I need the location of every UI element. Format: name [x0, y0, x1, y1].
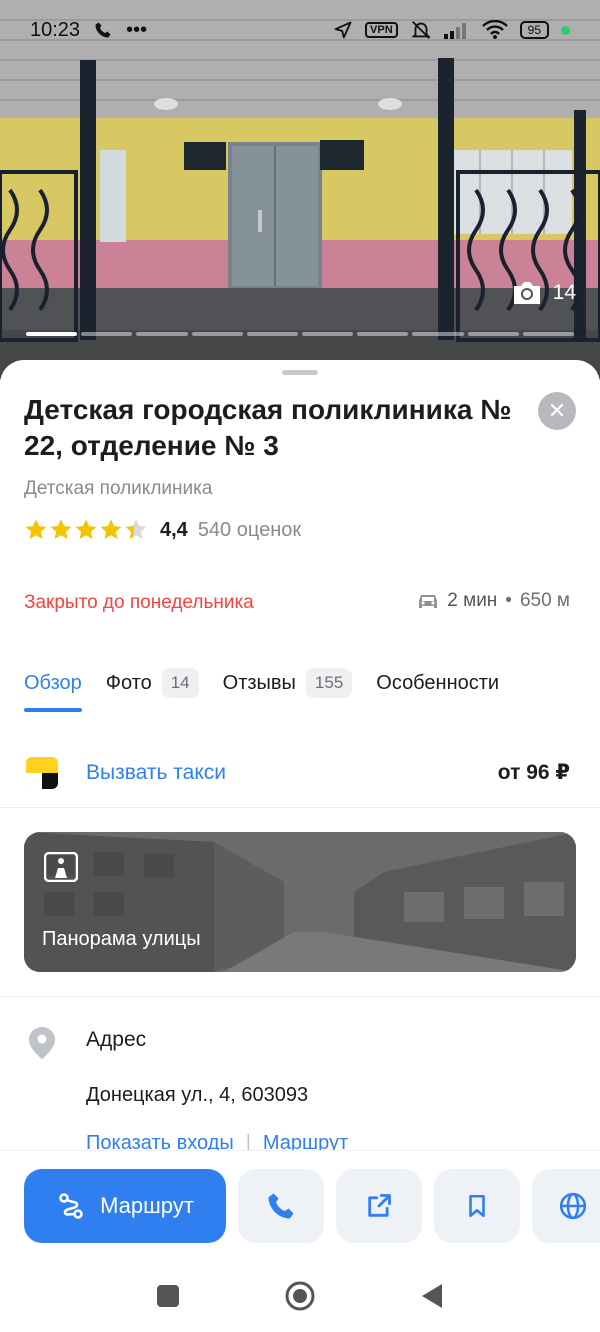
tab-label: Фото — [105, 671, 152, 694]
photo-count-value: 14 — [552, 281, 576, 304]
route-button[interactable]: Маршрут — [24, 1169, 226, 1243]
opening-status[interactable]: Закрыто до понедельника — [24, 592, 254, 614]
tab-label: Обзор — [24, 671, 82, 694]
external-link-icon — [368, 1194, 391, 1217]
rating-count: 540 оценок — [197, 518, 302, 541]
back-icon[interactable] — [420, 1283, 444, 1309]
pager-segment — [246, 332, 299, 336]
panorama-label: Панорама улицы — [42, 928, 201, 950]
hero-photo[interactable]: 10:23 ••• VPN 95 14 — [0, 0, 600, 380]
location-arrow-icon — [334, 21, 352, 39]
tab-label: Особенности — [376, 671, 500, 694]
street-panorama-card[interactable]: Панорама улицы — [24, 832, 576, 972]
vpn-badge: VPN — [365, 22, 398, 38]
globe-icon — [559, 1192, 587, 1220]
status-bar: 10:23 ••• VPN 95 — [0, 0, 600, 60]
route-icon — [59, 1193, 83, 1219]
address-links: Показать входы | Маршрут — [86, 1132, 348, 1150]
car-icon — [419, 595, 438, 608]
rating-value: 4,4 — [160, 518, 188, 541]
sheet-grabber[interactable] — [282, 370, 318, 375]
place-card-sheet: Детская городская поликлиника № 22, отде… — [0, 360, 600, 1332]
system-nav-bar — [0, 1260, 600, 1332]
pager-segment — [302, 332, 354, 336]
address-route-link[interactable]: Маршрут — [263, 1132, 348, 1150]
tab-overview[interactable]: Обзор — [24, 660, 82, 712]
bookmark-button[interactable] — [434, 1169, 520, 1243]
travel-info[interactable]: 2 мин • 650 м — [417, 590, 570, 612]
battery-indicator: 95 — [519, 21, 549, 39]
tab-count-badge: 14 — [161, 668, 199, 698]
bookmark-icon — [469, 1194, 485, 1218]
call-button[interactable] — [238, 1169, 324, 1243]
tab-count-badge: 155 — [305, 668, 353, 698]
tab-reviews[interactable]: Отзывы 155 — [223, 660, 353, 706]
close-icon: ✕ — [547, 398, 567, 423]
photo-pager — [26, 332, 575, 336]
pager-segment — [191, 332, 243, 336]
taxi-logo-icon — [26, 756, 58, 789]
taxi-price: от 96 ₽ — [497, 761, 570, 784]
pager-segment — [26, 332, 78, 336]
taxi-row[interactable]: Вызвать такси от 96 ₽ — [0, 738, 600, 808]
location-pin-icon — [29, 1027, 55, 1059]
star-icon — [125, 519, 147, 539]
tab-photos[interactable]: Фото 14 — [106, 660, 199, 706]
place-category: Детская поликлиника — [24, 478, 213, 499]
recent-apps-icon[interactable] — [156, 1284, 180, 1308]
more-notifications-icon: ••• — [126, 18, 148, 41]
phone-call-icon — [95, 22, 111, 38]
place-title: Детская городская поликлиника № 22, отде… — [24, 394, 512, 461]
pager-segment — [357, 332, 409, 336]
star-icon — [75, 519, 97, 539]
address-title: Адрес — [86, 1028, 147, 1051]
action-bar: Маршрут — [0, 1150, 600, 1260]
phone-icon — [268, 1193, 294, 1219]
call-taxi-link[interactable]: Вызвать такси — [86, 761, 226, 785]
panorama-icon — [44, 852, 78, 882]
show-entrances-link[interactable]: Показать входы — [86, 1132, 234, 1150]
pager-segment — [412, 332, 464, 336]
camera-icon — [513, 282, 540, 304]
pager-segment — [81, 332, 133, 336]
star-icon — [50, 519, 72, 539]
panorama-preview — [24, 832, 576, 972]
wifi-icon — [481, 20, 508, 39]
close-button[interactable]: ✕ — [538, 392, 576, 430]
pager-segment — [467, 332, 519, 336]
active-dot-icon — [561, 25, 570, 35]
address-value[interactable]: Донецкая ул., 4, 603093 — [86, 1084, 308, 1107]
home-icon[interactable] — [284, 1280, 316, 1312]
star-icon — [100, 519, 122, 539]
website-button[interactable] — [532, 1169, 600, 1243]
status-time: 10:23 — [30, 18, 81, 41]
travel-time: 2 мин — [447, 590, 498, 611]
signal-icon — [443, 23, 466, 39]
pager-segment — [522, 332, 575, 336]
tab-bar: Обзор Фото 14 Отзывы 155 Особенности — [24, 660, 499, 712]
bell-muted-icon — [411, 21, 431, 39]
link-separator: | — [245, 1132, 251, 1150]
star-icon — [25, 519, 47, 539]
route-button-label: Маршрут — [100, 1193, 194, 1218]
photo-count[interactable]: 14 — [511, 280, 576, 306]
rating-row[interactable]: 4,4 540 оценок — [24, 518, 301, 542]
share-button[interactable] — [336, 1169, 422, 1243]
tab-label: Отзывы — [222, 671, 296, 694]
divider — [0, 996, 600, 997]
rating-stars — [24, 518, 148, 542]
travel-distance: 650 м — [519, 590, 570, 611]
tab-features[interactable]: Особенности — [376, 660, 499, 706]
pager-segment — [136, 332, 188, 336]
travel-separator: • — [505, 590, 512, 611]
